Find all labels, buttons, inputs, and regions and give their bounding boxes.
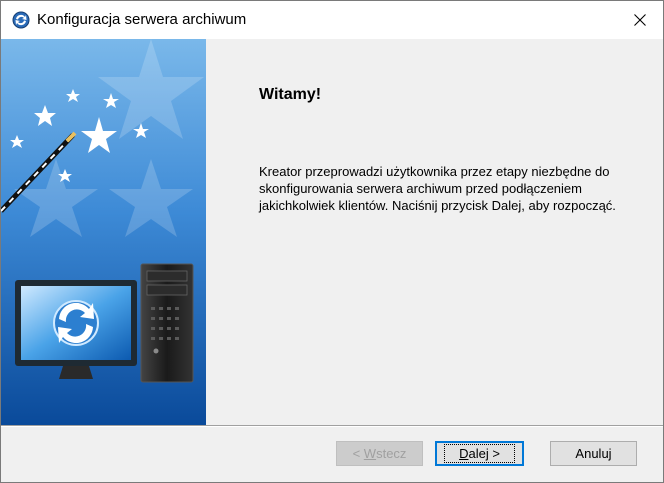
cancel-button-label: Anuluj [575,446,612,461]
description-text: Kreator przeprowadzi użytkownika przez e… [259,164,616,213]
next-button-focus: Dalej > [444,444,515,463]
cancel-button[interactable]: Anuluj [550,441,637,466]
close-icon [634,14,646,26]
title-bar[interactable]: Konfiguracja serwera archiwum [1,1,663,39]
archive-server-icon [12,11,30,29]
footer-divider [1,425,663,427]
back-button-prefix: < [352,446,364,461]
next-button-label: alej > [468,446,500,461]
wizard-window: Konfiguracja serwera archiwum Witamy! Kr… [0,0,664,483]
back-button-label: stecz [376,446,407,461]
close-button[interactable] [617,1,663,39]
next-button[interactable]: Dalej > [435,441,524,466]
wizard-content: Witamy! Kreator przeprowadzi użytkownika… [206,39,663,425]
page-title: Witamy! [259,86,322,103]
back-button[interactable]: < Wstecz [336,441,423,466]
window-title: Konfiguracja serwera archiwum [37,11,247,28]
back-button-mnemonic: W [363,446,377,461]
wizard-banner-image [1,39,206,425]
